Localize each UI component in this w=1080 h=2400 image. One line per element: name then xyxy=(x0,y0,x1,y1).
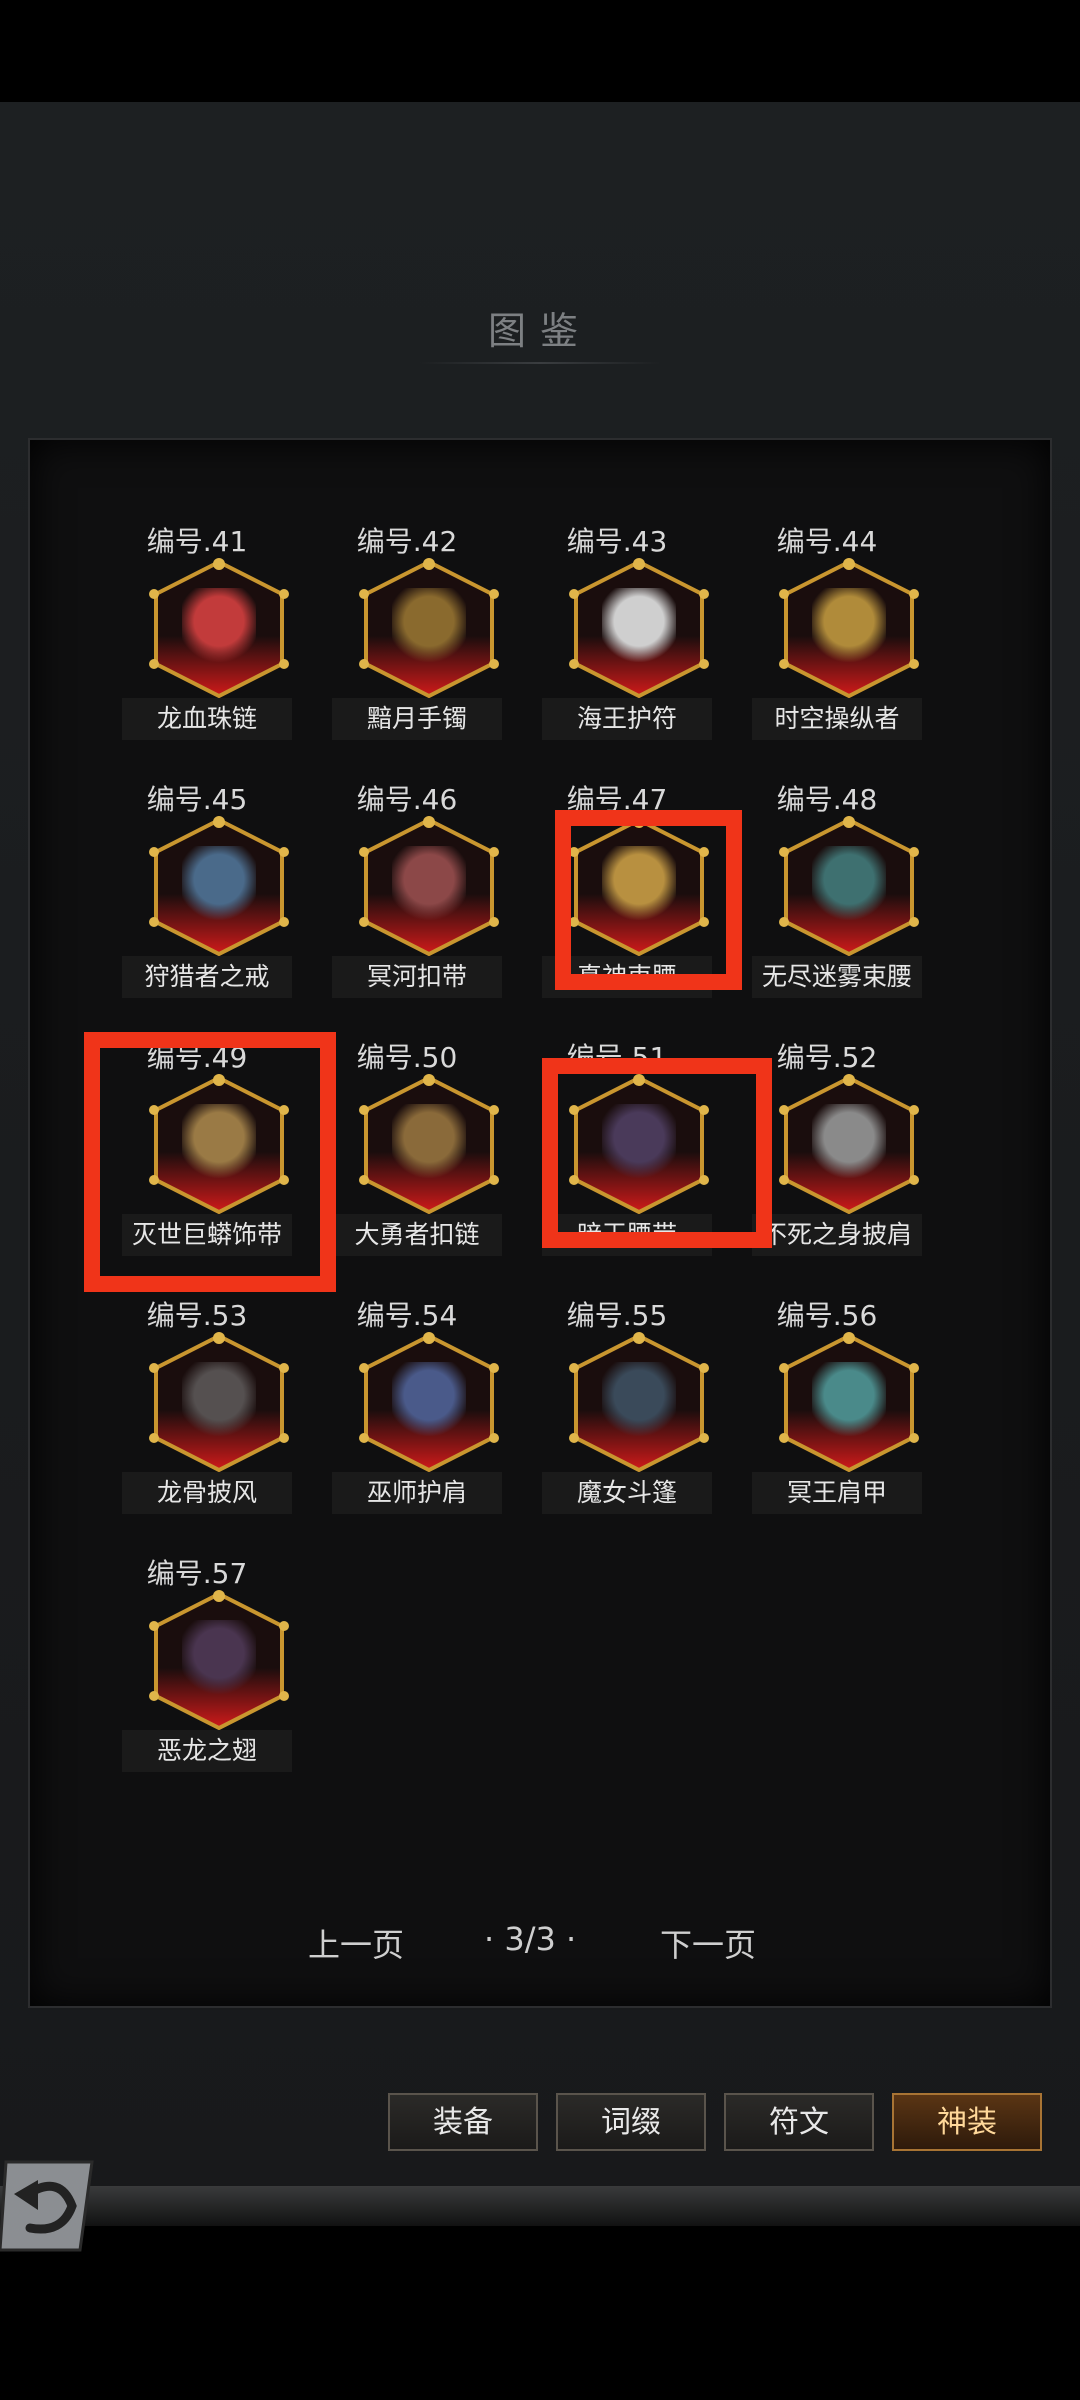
item-artwork xyxy=(812,846,886,920)
item-icon xyxy=(354,554,504,704)
item-icon xyxy=(354,1070,504,1220)
item-artwork xyxy=(182,588,256,662)
item-artwork xyxy=(182,1620,256,1694)
collection-item[interactable]: 编号.42 黯月手镯 xyxy=(302,436,512,740)
tab-affix[interactable]: 词缀 xyxy=(556,2093,706,2151)
item-icon xyxy=(144,1586,294,1736)
tab-equipment[interactable]: 装备 xyxy=(388,2093,538,2151)
item-artwork xyxy=(812,1362,886,1436)
category-tabs: 装备 词缀 符文 神装 xyxy=(0,2093,1080,2151)
collection-item[interactable]: 编号.45 狩猎者之戒 xyxy=(92,694,302,998)
item-name: 魔女斗篷 xyxy=(542,1472,712,1514)
collection-item[interactable]: 编号.48 无尽迷雾束腰 xyxy=(722,694,932,998)
item-icon xyxy=(144,554,294,704)
page-title: 图鉴 xyxy=(487,309,592,353)
collection-item[interactable]: 编号.43 海王护符 xyxy=(512,436,722,740)
item-artwork xyxy=(392,1104,466,1178)
tab-rune[interactable]: 符文 xyxy=(724,2093,874,2151)
item-icon xyxy=(564,554,714,704)
item-artwork xyxy=(602,1362,676,1436)
prev-page-button[interactable]: 上一页 xyxy=(308,1920,404,1966)
item-artwork xyxy=(182,1362,256,1436)
item-icon xyxy=(774,812,924,962)
next-page-button[interactable]: 下一页 xyxy=(660,1920,756,1966)
bottom-bar xyxy=(0,2202,1080,2400)
item-artwork xyxy=(392,588,466,662)
item-icon xyxy=(774,554,924,704)
item-icon xyxy=(144,812,294,962)
collection-item[interactable]: 编号.44 时空操纵者 xyxy=(722,436,932,740)
item-icon xyxy=(564,1328,714,1478)
back-button[interactable] xyxy=(0,2154,98,2254)
rock-border xyxy=(0,2186,1080,2226)
item-name: 巫师护肩 xyxy=(332,1472,502,1514)
item-name: 恶龙之翅 xyxy=(122,1730,292,1772)
collection-item[interactable]: 编号.46 冥河扣带 xyxy=(302,694,512,998)
item-artwork xyxy=(812,588,886,662)
back-arrow-icon xyxy=(0,2160,94,2252)
tab-divine-gear[interactable]: 神装 xyxy=(892,2093,1042,2151)
status-bar xyxy=(0,0,1080,102)
item-artwork xyxy=(602,588,676,662)
highlight-box xyxy=(555,810,742,990)
item-icon xyxy=(354,1328,504,1478)
item-artwork xyxy=(182,846,256,920)
page-indicator: · 3/3 · xyxy=(484,1920,577,1958)
item-icon xyxy=(774,1328,924,1478)
collection-item[interactable]: 编号.57 恶龙之翅 xyxy=(92,1468,302,1772)
item-icon xyxy=(144,1328,294,1478)
highlight-box xyxy=(84,1032,336,1292)
item-icon xyxy=(354,812,504,962)
highlight-box xyxy=(542,1058,772,1248)
pagination: 上一页 · 3/3 · 下一页 xyxy=(0,1920,1080,1970)
collection-item[interactable]: 编号.41 龙血珠链 xyxy=(92,436,302,740)
item-name: 冥王肩甲 xyxy=(752,1472,922,1514)
title-divider xyxy=(420,362,660,364)
item-artwork xyxy=(392,846,466,920)
item-artwork xyxy=(812,1104,886,1178)
item-artwork xyxy=(392,1362,466,1436)
item-icon xyxy=(774,1070,924,1220)
